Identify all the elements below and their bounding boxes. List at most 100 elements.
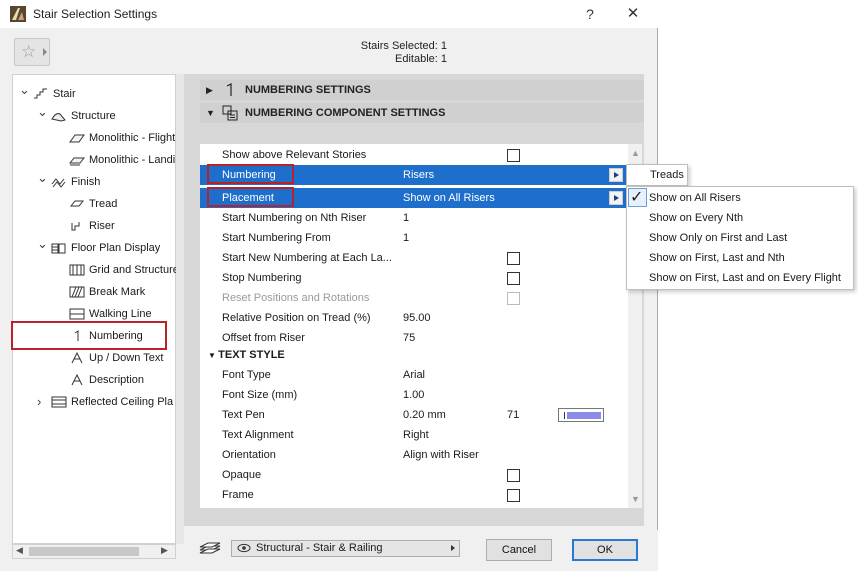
text-alignment-value[interactable]: Right — [403, 425, 429, 445]
tree-item[interactable]: Description — [13, 369, 173, 391]
text-style-title: TEXT STYLE — [218, 349, 285, 361]
numbering-settings-header[interactable]: ▶ NUMBERING SETTINGS — [200, 80, 644, 100]
prop-row-text-alignment[interactable]: Text Alignment Right — [200, 425, 628, 445]
tree-item[interactable]: Tread — [13, 193, 173, 215]
ok-button[interactable]: OK — [572, 539, 638, 561]
tree-item[interactable]: Grid and Structure — [13, 259, 179, 281]
prop-row-text-pen[interactable]: Text Pen 0.20 mm 71 — [200, 405, 628, 425]
scroll-left-icon[interactable]: ◀ — [16, 545, 23, 556]
numbering-highlight — [207, 164, 294, 184]
show-above-checkbox[interactable] — [507, 149, 520, 162]
text-pen-value[interactable]: 0.20 mm — [403, 405, 446, 425]
font-type-value[interactable]: Arial — [403, 365, 425, 385]
prop-row-show-above[interactable]: Show above Relevant Stories — [200, 145, 628, 165]
editable-count: Editable: 1 — [395, 53, 447, 65]
prop-row-font-type[interactable]: Font Type Arial — [200, 365, 628, 385]
tree-item[interactable]: ⌄ Structure — [13, 105, 173, 127]
tree-item[interactable]: Riser — [13, 215, 173, 237]
tree-item[interactable]: ⌄ Floor Plan Display — [13, 237, 173, 259]
prop-row-font-size[interactable]: Font Size (mm) 1.00 — [200, 385, 628, 405]
placement-popup-button[interactable] — [609, 191, 623, 205]
start-nth-value[interactable]: 1 — [403, 208, 409, 228]
favorites-button[interactable]: ☆ — [14, 38, 50, 66]
prop-label: Text Pen — [222, 409, 265, 421]
close-button[interactable]: ✕ — [618, 4, 648, 24]
tree-item[interactable]: ⌄ Stair — [13, 83, 173, 105]
numbering-popup-button[interactable] — [609, 168, 623, 182]
menu-item[interactable]: Show on First, Last and on Every Flight — [649, 268, 841, 288]
tree-item[interactable]: Up / Down Text — [13, 347, 173, 369]
pen-color-swatch[interactable] — [558, 408, 604, 422]
font-size-value[interactable]: 1.00 — [403, 385, 424, 405]
start-new-checkbox[interactable] — [507, 252, 520, 265]
prop-row-start-nth[interactable]: Start Numbering on Nth Riser 1 — [200, 208, 628, 228]
checkmark-icon: ✓ — [630, 189, 644, 206]
ceiling-plan-icon — [51, 396, 67, 408]
pen-number[interactable]: 71 — [507, 405, 519, 425]
menu-item[interactable]: Show on Every Nth — [649, 208, 743, 228]
menu-item-treads[interactable]: Treads — [650, 169, 684, 181]
prop-row-rel-pos[interactable]: Relative Position on Tread (%) 95.00 — [200, 308, 628, 328]
tree-item-label: Up / Down Text — [89, 352, 164, 364]
text-style-header[interactable]: ▼ TEXT STYLE — [200, 345, 628, 365]
tree-item[interactable]: Monolithic - Landi — [13, 149, 176, 171]
help-button[interactable]: ? — [578, 4, 602, 24]
stair-selection-settings-dialog: Stair Selection Settings ? ✕ ☆ Stairs Se… — [0, 0, 658, 571]
prop-label: Stop Numbering — [222, 272, 302, 284]
placement-highlight — [207, 187, 294, 207]
prop-row-start-from[interactable]: Start Numbering From 1 — [200, 228, 628, 248]
menu-item[interactable]: Show on All Risers — [649, 188, 741, 208]
chevron-down-icon[interactable]: ⌄ — [37, 171, 48, 185]
star-icon: ☆ — [21, 42, 37, 61]
splitter[interactable] — [176, 74, 184, 544]
rel-pos-value[interactable]: 95.00 — [403, 308, 431, 328]
monolithic-flight-icon — [69, 134, 85, 143]
tree-item[interactable]: Monolithic - Flight — [13, 127, 175, 149]
opaque-checkbox[interactable] — [507, 469, 520, 482]
prop-row-opaque[interactable]: Opaque — [200, 465, 628, 485]
section-label: NUMBERING SETTINGS — [245, 84, 371, 96]
description-icon — [71, 374, 83, 386]
prop-row-stop[interactable]: Stop Numbering — [200, 268, 628, 288]
menu-item[interactable]: Show on First, Last and Nth — [649, 248, 785, 268]
frame-checkbox[interactable] — [507, 489, 520, 502]
tree-item[interactable]: ⌄ Finish — [13, 171, 173, 193]
cancel-button[interactable]: Cancel — [486, 539, 552, 561]
prop-row-frame[interactable]: Frame — [200, 485, 628, 505]
chevron-right-icon[interactable]: › — [37, 391, 47, 413]
chevron-down-icon: ▼ — [208, 351, 219, 360]
tread-icon — [69, 200, 85, 207]
tree-horizontal-scrollbar[interactable]: ◀ ▶ — [12, 544, 176, 559]
chevron-down-icon[interactable]: ⌄ — [19, 83, 30, 97]
scroll-right-icon[interactable]: ▶ — [161, 545, 168, 556]
title-bar: Stair Selection Settings ? ✕ — [0, 0, 658, 28]
start-from-value[interactable]: 1 — [403, 228, 409, 248]
tree-item-label: Finish — [71, 176, 101, 188]
chevron-right-icon — [43, 48, 47, 56]
stop-numbering-checkbox[interactable] — [507, 272, 520, 285]
tree-scroll-thumb[interactable] — [29, 547, 139, 556]
menu-item[interactable]: Show Only on First and Last — [649, 228, 787, 248]
scroll-down-icon[interactable]: ▼ — [631, 494, 640, 504]
prop-row-start-new[interactable]: Start New Numbering at Each La... — [200, 248, 628, 268]
floor-plan-icon — [51, 243, 66, 254]
placement-value[interactable]: Show on All Risers — [403, 188, 495, 208]
scroll-up-icon[interactable]: ▲ — [631, 148, 640, 158]
component-settings-icon — [222, 105, 238, 121]
orientation-value[interactable]: Align with Riser — [403, 445, 479, 465]
numbering-component-settings-header[interactable]: ▼ NUMBERING COMPONENT SETTINGS — [200, 103, 644, 123]
numbering-value[interactable]: Risers — [403, 165, 434, 185]
pen-tick — [564, 412, 565, 419]
tree-item[interactable]: Break Mark — [13, 281, 173, 303]
finish-icon — [51, 178, 66, 188]
tree-item-label: Monolithic - Landi — [89, 154, 176, 166]
chevron-down-icon[interactable]: ⌄ — [37, 237, 48, 251]
break-mark-icon — [69, 286, 85, 298]
section-label: NUMBERING COMPONENT SETTINGS — [245, 107, 446, 119]
numbering-tree-highlight — [11, 321, 167, 350]
tree-item[interactable]: › Reflected Ceiling Pla — [13, 391, 173, 413]
chevron-down-icon[interactable]: ⌄ — [37, 105, 48, 119]
chevron-down-icon: ▼ — [206, 108, 215, 118]
prop-row-orientation[interactable]: Orientation Align with Riser — [200, 445, 628, 465]
layer-dropdown[interactable]: Structural - Stair & Railing — [231, 540, 460, 557]
